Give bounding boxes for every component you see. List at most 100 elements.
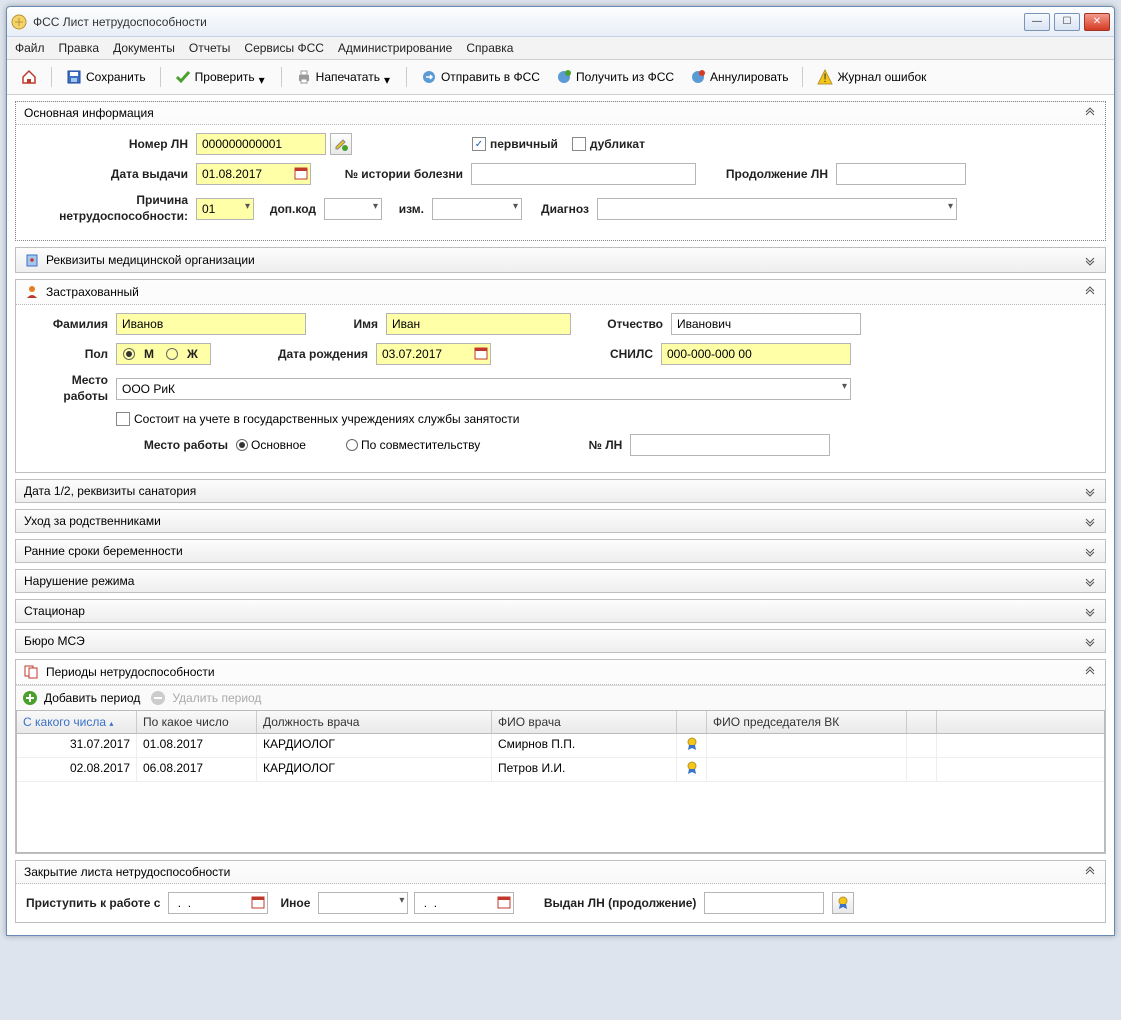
col-doctor[interactable]: ФИО врача xyxy=(492,711,677,733)
continuation-label: Продолжение ЛН xyxy=(696,167,836,181)
surname-input[interactable] xyxy=(116,313,306,335)
issue-date-label: Дата выдачи xyxy=(26,167,196,181)
section-relatives: Уход за родственниками xyxy=(15,509,1106,533)
section-mse: Бюро МСЭ xyxy=(15,629,1106,653)
cell-cert-icon[interactable] xyxy=(677,758,707,781)
send-button[interactable]: Отправить в ФСС xyxy=(415,66,546,88)
section-header-periods[interactable]: Периоды нетрудоспособности xyxy=(16,660,1105,685)
reason-label: Причина нетрудоспособности: xyxy=(26,193,196,224)
print-icon xyxy=(296,69,312,85)
ln-number-input[interactable] xyxy=(196,133,326,155)
snils-input[interactable] xyxy=(661,343,851,365)
errors-button[interactable]: ! Журнал ошибок xyxy=(811,66,932,88)
workplace-label: Место работы xyxy=(26,373,116,404)
ln-num-input[interactable] xyxy=(630,434,830,456)
workplace-main-radio[interactable] xyxy=(236,439,248,451)
minimize-button[interactable]: — xyxy=(1024,13,1050,31)
cell-chair xyxy=(707,758,907,781)
change-select[interactable] xyxy=(432,198,522,220)
col-badge1[interactable] xyxy=(677,711,707,733)
section-header-closing[interactable]: Закрытие листа нетрудоспособности xyxy=(16,861,1105,884)
save-button[interactable]: Сохранить xyxy=(60,66,152,88)
col-end[interactable] xyxy=(937,711,1104,733)
add-period-button[interactable]: Добавить период xyxy=(22,690,140,706)
send-icon xyxy=(421,69,437,85)
gender-male-radio[interactable] xyxy=(123,348,135,360)
gender-female-radio[interactable] xyxy=(166,348,178,360)
calendar-icon[interactable] xyxy=(474,346,488,360)
issued-ln-input[interactable] xyxy=(704,892,824,914)
titlebar: ФСС Лист нетрудоспособности — ☐ ✕ xyxy=(7,7,1114,37)
menu-help[interactable]: Справка xyxy=(466,41,513,55)
receive-button[interactable]: Получить из ФСС xyxy=(550,66,680,88)
certificate-button[interactable] xyxy=(832,892,854,914)
periods-icon xyxy=(24,664,40,680)
calendar-icon[interactable] xyxy=(251,895,265,909)
section-header-relatives[interactable]: Уход за родственниками xyxy=(16,510,1105,532)
continuation-input[interactable] xyxy=(836,163,966,185)
workplace-secondary-radio[interactable] xyxy=(346,439,358,451)
edit-ln-number-button[interactable] xyxy=(330,133,352,155)
cell-cert-icon[interactable] xyxy=(677,734,707,757)
addcode-select[interactable] xyxy=(324,198,382,220)
diagnosis-select[interactable] xyxy=(597,198,957,220)
section-insured: Застрахованный Фамилия Имя Отчество Пол xyxy=(15,279,1106,473)
check-button[interactable]: Проверить ▾ xyxy=(169,66,273,88)
col-from[interactable]: С какого числа ▴ xyxy=(17,711,137,733)
name-input[interactable] xyxy=(386,313,571,335)
col-chair[interactable]: ФИО председателя ВК xyxy=(707,711,907,733)
menu-documents[interactable]: Документы xyxy=(113,41,175,55)
home-button[interactable] xyxy=(15,66,43,88)
menu-edit[interactable]: Правка xyxy=(59,41,100,55)
print-button[interactable]: Напечатать ▾ xyxy=(290,66,398,88)
menu-file[interactable]: Файл xyxy=(15,41,45,55)
patronym-input[interactable] xyxy=(671,313,861,335)
col-badge2[interactable] xyxy=(907,711,937,733)
menu-fss[interactable]: Сервисы ФСС xyxy=(244,41,324,55)
col-to[interactable]: По какое число xyxy=(137,711,257,733)
gender-group: М Ж xyxy=(116,343,211,365)
other-select[interactable] xyxy=(318,892,408,914)
section-header-med-org[interactable]: Реквизиты медицинской организации xyxy=(16,248,1105,272)
section-header-sanatorium[interactable]: Дата 1/2, реквизиты санатория xyxy=(16,480,1105,502)
history-number-input[interactable] xyxy=(471,163,696,185)
section-header-stationary[interactable]: Стационар xyxy=(16,600,1105,622)
calendar-icon[interactable] xyxy=(497,895,511,909)
ln-num-label: № ЛН xyxy=(530,438,630,452)
remove-period-button[interactable]: Удалить период xyxy=(150,690,261,706)
primary-checkbox[interactable]: ✓ xyxy=(472,137,486,151)
duplicate-checkbox[interactable] xyxy=(572,137,586,151)
table-row[interactable]: 31.07.201701.08.2017КАРДИОЛОГСмирнов П.П… xyxy=(17,734,1104,758)
table-row[interactable]: 02.08.201706.08.2017КАРДИОЛОГПетров И.И. xyxy=(17,758,1104,782)
unemployed-checkbox[interactable] xyxy=(116,412,130,426)
menu-reports[interactable]: Отчеты xyxy=(189,41,230,55)
annul-button[interactable]: Аннулировать xyxy=(684,66,794,88)
section-main-info: Основная информация Номер ЛН ✓ первичный… xyxy=(15,101,1106,241)
maximize-button[interactable]: ☐ xyxy=(1054,13,1080,31)
expand-icon xyxy=(1083,544,1097,558)
section-header-main[interactable]: Основная информация xyxy=(16,102,1105,125)
toolbar: Сохранить Проверить ▾ Напечатать ▾ Отпра… xyxy=(7,60,1114,95)
cell-end xyxy=(937,734,1104,757)
section-sanatorium: Дата 1/2, реквизиты санатория xyxy=(15,479,1106,503)
close-button[interactable]: ✕ xyxy=(1084,13,1110,31)
reason-select[interactable] xyxy=(196,198,254,220)
workplace-secondary-label: По совместительству xyxy=(361,438,480,452)
section-header-mse[interactable]: Бюро МСЭ xyxy=(16,630,1105,652)
calendar-icon[interactable] xyxy=(294,166,308,180)
cell-cert2[interactable] xyxy=(907,758,937,781)
ln-number-label: Номер ЛН xyxy=(26,137,196,151)
cell-end xyxy=(937,758,1104,781)
workplace-select[interactable] xyxy=(116,378,851,400)
section-header-pregnancy[interactable]: Ранние сроки беременности xyxy=(16,540,1105,562)
send-label: Отправить в ФСС xyxy=(441,70,540,84)
cell-cert2[interactable] xyxy=(907,734,937,757)
section-header-violation[interactable]: Нарушение режима xyxy=(16,570,1105,592)
periods-table: С какого числа ▴ По какое число Должност… xyxy=(16,710,1105,853)
section-title: Бюро МСЭ xyxy=(24,634,85,648)
workplace-type-label: Место работы xyxy=(56,438,236,452)
section-header-insured[interactable]: Застрахованный xyxy=(16,280,1105,305)
app-icon xyxy=(11,14,27,30)
menu-admin[interactable]: Администрирование xyxy=(338,41,452,55)
col-post[interactable]: Должность врача xyxy=(257,711,492,733)
